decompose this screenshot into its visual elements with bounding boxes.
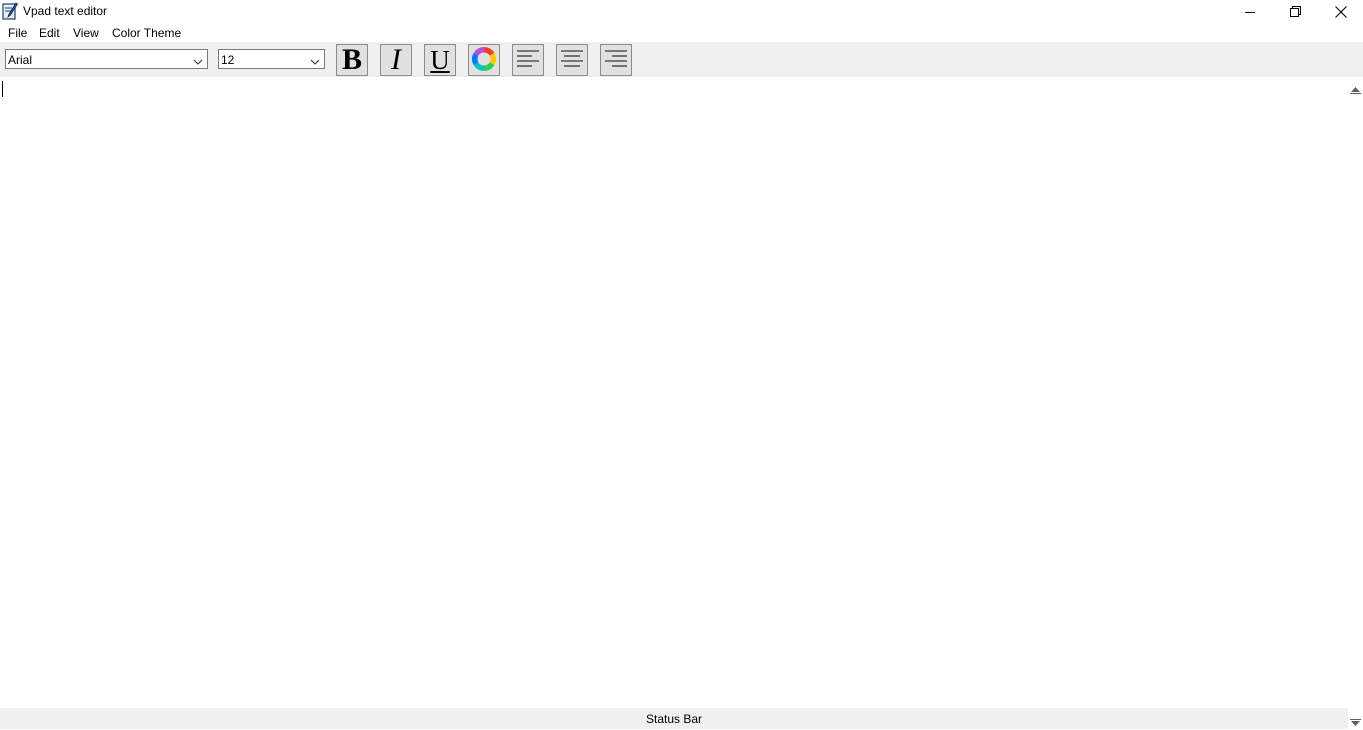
align-right-button[interactable] [600,44,632,76]
window-title: Vpad text editor [23,4,108,18]
chevron-down-icon [310,55,320,69]
font-family-select[interactable]: Arial [5,49,208,69]
notepad-icon [2,2,19,20]
text-caret [2,81,3,97]
menu-file[interactable]: File [8,25,27,41]
vertical-scrollbar[interactable] [1348,77,1363,729]
scroll-down-icon[interactable] [1350,716,1361,730]
align-center-icon [560,47,584,74]
bold-icon: B [341,43,362,76]
align-center-button[interactable] [556,44,588,76]
restore-icon [1289,6,1301,17]
font-size-value: 12 [221,53,235,67]
minimize-button[interactable] [1227,0,1273,23]
scroll-up-icon[interactable] [1350,83,1361,97]
color-wheel-icon [471,46,497,75]
align-left-icon [516,47,540,74]
font-size-select[interactable]: 12 [218,49,325,69]
text-editor-area[interactable] [0,77,1348,708]
font-family-value: Arial [8,53,33,67]
align-left-button[interactable] [512,44,544,76]
close-button[interactable] [1318,0,1363,23]
status-bar: Status Bar [0,708,1348,729]
menu-view[interactable]: View [73,25,99,41]
text-color-button[interactable] [468,44,500,76]
italic-button[interactable]: I [380,44,412,76]
chevron-down-icon [193,55,203,69]
close-icon [1335,5,1347,18]
italic-icon: I [391,43,401,76]
formatting-toolbar: Arial 12 B I U [0,42,1363,77]
align-right-icon [604,47,628,74]
minimize-icon [1245,7,1255,17]
underline-icon: U [430,45,450,75]
title-bar: Vpad text editor [0,0,1363,23]
menu-color-theme[interactable]: Color Theme [112,25,181,41]
restore-button[interactable] [1272,0,1318,23]
underline-button[interactable]: U [424,44,456,76]
status-bar-text: Status Bar [645,711,703,726]
menu-edit[interactable]: Edit [39,25,60,41]
bold-button[interactable]: B [336,44,368,76]
menu-bar: File Edit View Color Theme [0,23,1363,42]
